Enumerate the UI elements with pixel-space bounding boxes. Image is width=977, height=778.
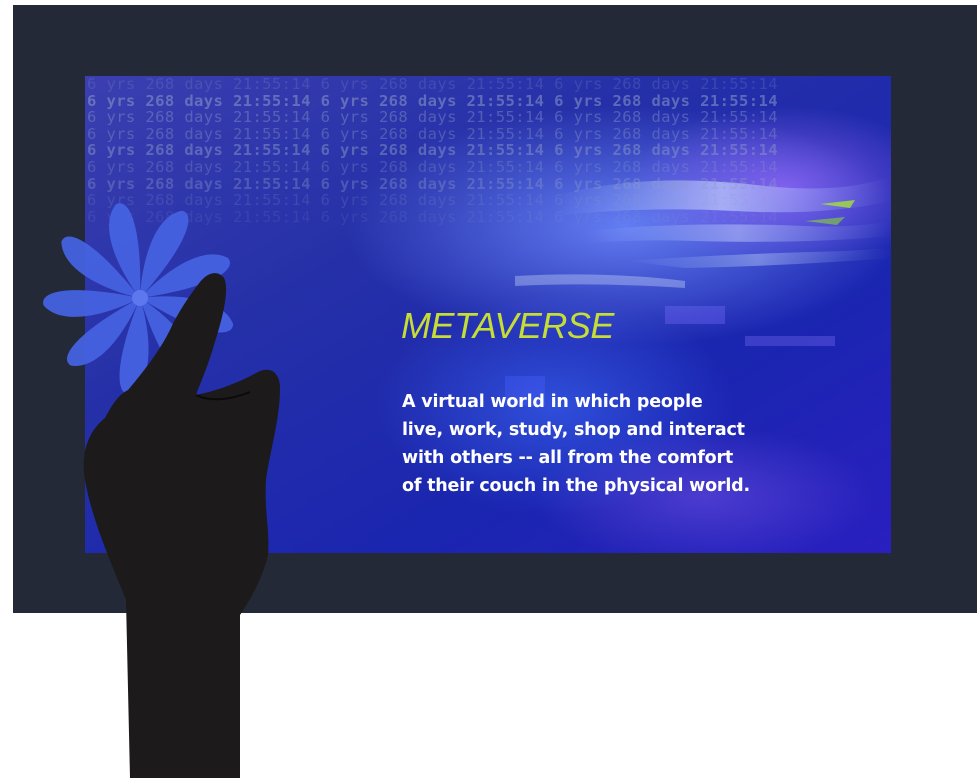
illustration: 6 yrs 268 days 21:55:14 6 yrs 268 days 2…	[0, 0, 977, 778]
description-text: A virtual world in which people live, wo…	[402, 392, 750, 496]
display-frame: 6 yrs 268 days 21:55:14 6 yrs 268 days 2…	[13, 5, 977, 613]
screen: 6 yrs 268 days 21:55:14 6 yrs 268 days 2…	[85, 76, 891, 553]
headline: METAVERSE	[401, 305, 614, 346]
